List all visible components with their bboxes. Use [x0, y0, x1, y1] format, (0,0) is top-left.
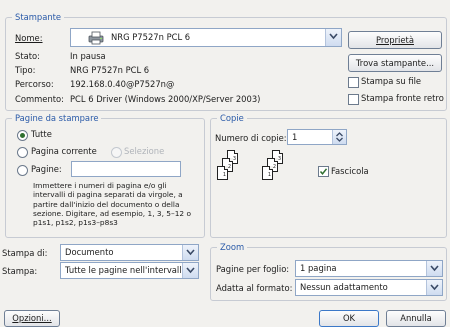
chevron-down-icon[interactable] — [426, 280, 442, 295]
zoom-group-title: Zoom — [217, 242, 248, 252]
copies-count-value: 1 — [292, 132, 298, 142]
path-value: 192.168.0.40@P7527n@ — [70, 79, 175, 89]
checkmark-icon — [319, 168, 328, 175]
status-label: Stato: — [15, 51, 40, 61]
print-what-select[interactable]: Documento — [60, 244, 199, 261]
all-pages-label: Tutte — [31, 129, 52, 139]
pages-label: Pagine: — [31, 164, 62, 174]
scale-select[interactable]: Nessun adattamento — [295, 279, 443, 296]
comment-value: PCL 6 Driver (Windows 2000/XP/Server 200… — [70, 94, 261, 104]
page-icon: 1 — [262, 166, 273, 180]
ok-button-label: OK — [342, 313, 356, 323]
find-printer-button[interactable]: Trova stampante... — [348, 54, 442, 72]
printer-name-value: NRG P7527n PCL 6 — [111, 32, 191, 42]
type-value: NRG P7527n PCL 6 — [70, 65, 150, 75]
options-button-label: Opzioni... — [12, 313, 52, 323]
scale-label: Adatta al formato: — [216, 283, 293, 293]
printer-name-label: Nome: — [15, 33, 43, 43]
printer-icon — [87, 31, 105, 47]
chevron-down-icon[interactable] — [182, 263, 198, 278]
copies-group-title: Copie — [217, 113, 247, 123]
printer-name-select[interactable]: NRG P7527n PCL 6 — [70, 28, 342, 47]
pages-input[interactable] — [71, 161, 181, 177]
print-what-value: Documento — [65, 247, 114, 257]
pages-per-sheet-value: 1 pagina — [300, 263, 337, 273]
print-to-file-label: Stampa su file — [361, 76, 422, 86]
current-page-label: Pagina corrente — [31, 146, 97, 156]
cancel-button[interactable]: Annulla — [386, 310, 446, 327]
cancel-button-label: Annulla — [400, 313, 432, 323]
pages-group-title: Pagine da stampare — [12, 113, 102, 123]
pages-per-sheet-select[interactable]: 1 pagina — [295, 260, 443, 277]
pages-per-sheet-label: Pagine per foglio: — [216, 264, 290, 274]
ok-button[interactable]: OK — [319, 310, 379, 327]
selection-radio[interactable] — [111, 147, 122, 158]
duplex-checkbox[interactable] — [348, 94, 359, 105]
pages-help-text: Immettere i numeri di pagina e/o gli int… — [33, 181, 191, 228]
print-to-file-checkbox[interactable] — [348, 77, 359, 88]
print-what-label: Stampa di: — [2, 248, 48, 258]
chevron-down-icon[interactable] — [426, 261, 442, 276]
selection-label: Selezione — [124, 146, 165, 156]
printer-group-title: Stampante — [12, 12, 65, 22]
duplex-label: Stampa fronte retro — [361, 93, 444, 103]
path-label: Percorso: — [15, 79, 54, 89]
comment-label: Commento: — [15, 94, 64, 104]
all-pages-radio[interactable] — [17, 130, 28, 141]
pages-radio[interactable] — [17, 165, 28, 176]
properties-button-label: Proprietà — [376, 35, 414, 45]
spinner-icon[interactable] — [332, 130, 346, 144]
print-range-select[interactable]: Tutte le pagine nell'intervallo — [60, 262, 199, 279]
options-button[interactable]: Opzioni... — [4, 310, 60, 327]
collate-label: Fascicola — [331, 166, 369, 176]
copies-count-label: Numero di copie: — [215, 133, 287, 143]
collate-checkbox[interactable] — [318, 166, 329, 177]
page-icon: 1 — [217, 166, 228, 180]
current-page-radio[interactable] — [17, 147, 28, 158]
collate-pages-icon: 3 2 1 3 2 1 — [217, 150, 307, 198]
chevron-down-icon[interactable] — [325, 29, 341, 46]
copies-count-input[interactable]: 1 — [287, 129, 347, 145]
scale-value: Nessun adattamento — [300, 282, 388, 292]
properties-button[interactable]: Proprietà — [348, 31, 442, 49]
status-value: In pausa — [70, 51, 106, 61]
find-printer-button-label: Trova stampante... — [355, 58, 435, 68]
type-label: Tipo: — [15, 65, 36, 75]
print-range-value: Tutte le pagine nell'intervallo — [65, 265, 187, 275]
print-range-label: Stampa: — [2, 266, 38, 276]
chevron-down-icon[interactable] — [182, 245, 198, 260]
